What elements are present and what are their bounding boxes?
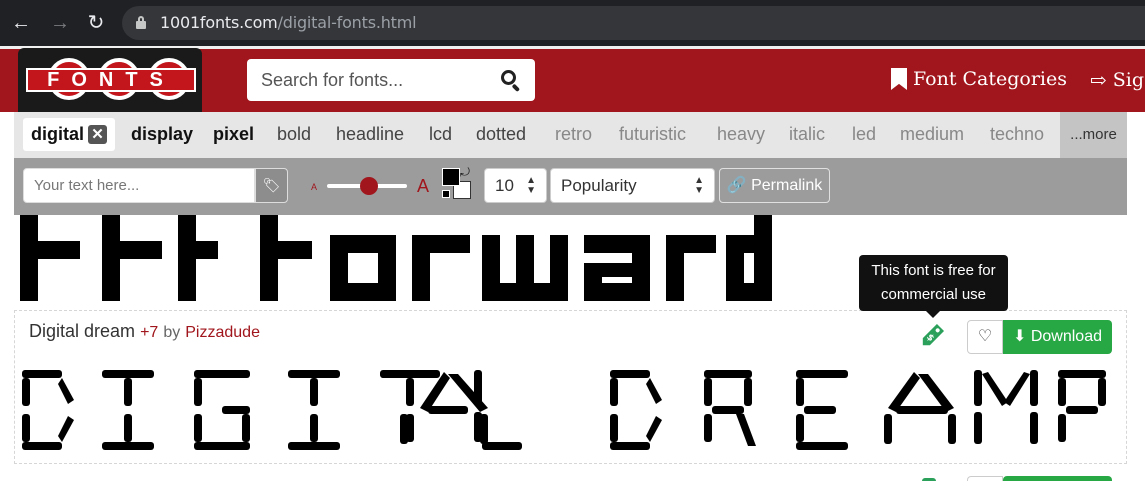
url-text: 1001fonts.com/digital-fonts.html	[160, 13, 417, 32]
url-host: 1001fonts.com	[160, 13, 278, 32]
swap-colors-icon[interactable]: ⤾	[460, 165, 470, 180]
color-picker[interactable]: ⤾	[442, 165, 475, 201]
search-icon[interactable]	[501, 70, 521, 93]
tag-display[interactable]: display	[131, 124, 193, 145]
fff-forward-preview-image	[20, 215, 772, 301]
results-per-page-value: 10	[495, 176, 514, 195]
browser-toolbar: ← → ↻ 1001fonts.com/digital-fonts.html	[0, 0, 1145, 46]
digital-dream-preview-image	[22, 370, 1106, 450]
author-link[interactable]: Pizzadude	[185, 324, 260, 341]
download-button[interactable]: ⬇ Download	[1003, 320, 1112, 354]
reload-icon[interactable]: ↻	[85, 12, 107, 34]
tag-techno[interactable]: techno	[990, 124, 1044, 145]
search-input[interactable]	[247, 59, 487, 101]
size-small-label: A	[311, 182, 318, 192]
tag-futuristic[interactable]: futuristic	[619, 124, 686, 145]
active-tag-digital[interactable]: digital ✕	[23, 118, 115, 151]
tag-led[interactable]: led	[852, 124, 876, 145]
size-large-label: A	[417, 176, 430, 196]
forward-arrow-icon[interactable]: →	[49, 12, 71, 34]
link-icon: 🔗	[726, 177, 747, 194]
tag-retro[interactable]: retro	[555, 124, 592, 145]
lock-icon	[136, 16, 146, 29]
tag-medium[interactable]: medium	[900, 124, 964, 145]
reset-colors-icon[interactable]	[442, 190, 450, 198]
next-download-button[interactable]	[1003, 476, 1112, 481]
download-arrow-icon: ⬇	[1012, 328, 1027, 345]
tag-dotted[interactable]: dotted	[476, 124, 526, 145]
bookmark-icon	[891, 68, 907, 90]
tag-bar: digital ✕ display pixel bold headline lc…	[14, 112, 1127, 158]
url-path: /digital-fonts.html	[277, 13, 417, 32]
font-name-link[interactable]: Digital dream	[29, 321, 135, 341]
font-categories-link[interactable]: Font Categories	[891, 68, 1067, 90]
next-favorite-button[interactable]	[967, 476, 1003, 481]
font-preview-digital-dream[interactable]	[18, 364, 1128, 460]
sort-select[interactable]: Popularity ▲ ▼	[550, 168, 715, 203]
active-tag-label: digital	[31, 124, 84, 144]
results-per-page-select[interactable]: 10 ▲ ▼	[484, 168, 547, 203]
sign-in-icon: ⇨	[1090, 68, 1107, 92]
back-arrow-icon[interactable]: ←	[10, 12, 32, 34]
tag-headline[interactable]: headline	[336, 124, 404, 145]
foreground-color-swatch[interactable]	[442, 168, 460, 186]
by-label: by	[163, 324, 181, 341]
font-variants-count[interactable]: +7	[140, 324, 158, 341]
preview-text-input[interactable]	[23, 168, 255, 203]
site-logo[interactable]: FONTS	[18, 48, 202, 112]
sort-value: Popularity	[561, 176, 637, 195]
tag-italic[interactable]: italic	[789, 124, 825, 145]
address-bar[interactable]: 1001fonts.com/digital-fonts.html	[122, 6, 1145, 40]
tag-lcd[interactable]: lcd	[429, 124, 452, 145]
permalink-button[interactable]: 🔗 Permalink	[719, 168, 830, 203]
select-caret-icon: ▲ ▼	[526, 175, 536, 196]
favorite-heart-icon[interactable]: ♡	[967, 320, 1003, 354]
sort-caret-icon: ▲ ▼	[694, 175, 704, 196]
tag-pixel[interactable]: pixel	[213, 124, 254, 145]
font-card-title: Digital dream +7 by Pizzadude	[29, 321, 260, 342]
tag-heavy[interactable]: heavy	[717, 124, 765, 145]
logo-text: FONTS	[26, 68, 196, 92]
font-categories-label: Font Categories	[913, 68, 1067, 90]
font-preview-fff-forward[interactable]	[14, 215, 774, 303]
download-label: Download	[1030, 328, 1102, 345]
slider-handle[interactable]	[360, 177, 378, 195]
preview-toolbar: 🏷 A A ⤾ 10 ▲▼ Popularity ▲▼ 🔗 Permalink	[14, 158, 1127, 215]
more-tags-button[interactable]: ...more	[1060, 112, 1127, 158]
remove-tag-icon[interactable]: ✕	[88, 125, 107, 144]
commercial-use-tooltip: This font is free for commercial use	[859, 255, 1008, 318]
tag-icon[interactable]: 🏷	[255, 168, 288, 203]
sign-in-link[interactable]: ⇨ Sig	[1090, 68, 1144, 92]
free-commercial-tag-icon[interactable]: $	[918, 322, 946, 350]
permalink-label: Permalink	[751, 177, 823, 194]
sign-in-label: Sig	[1112, 69, 1145, 91]
tag-bold[interactable]: bold	[277, 124, 311, 145]
search-box	[247, 59, 535, 101]
